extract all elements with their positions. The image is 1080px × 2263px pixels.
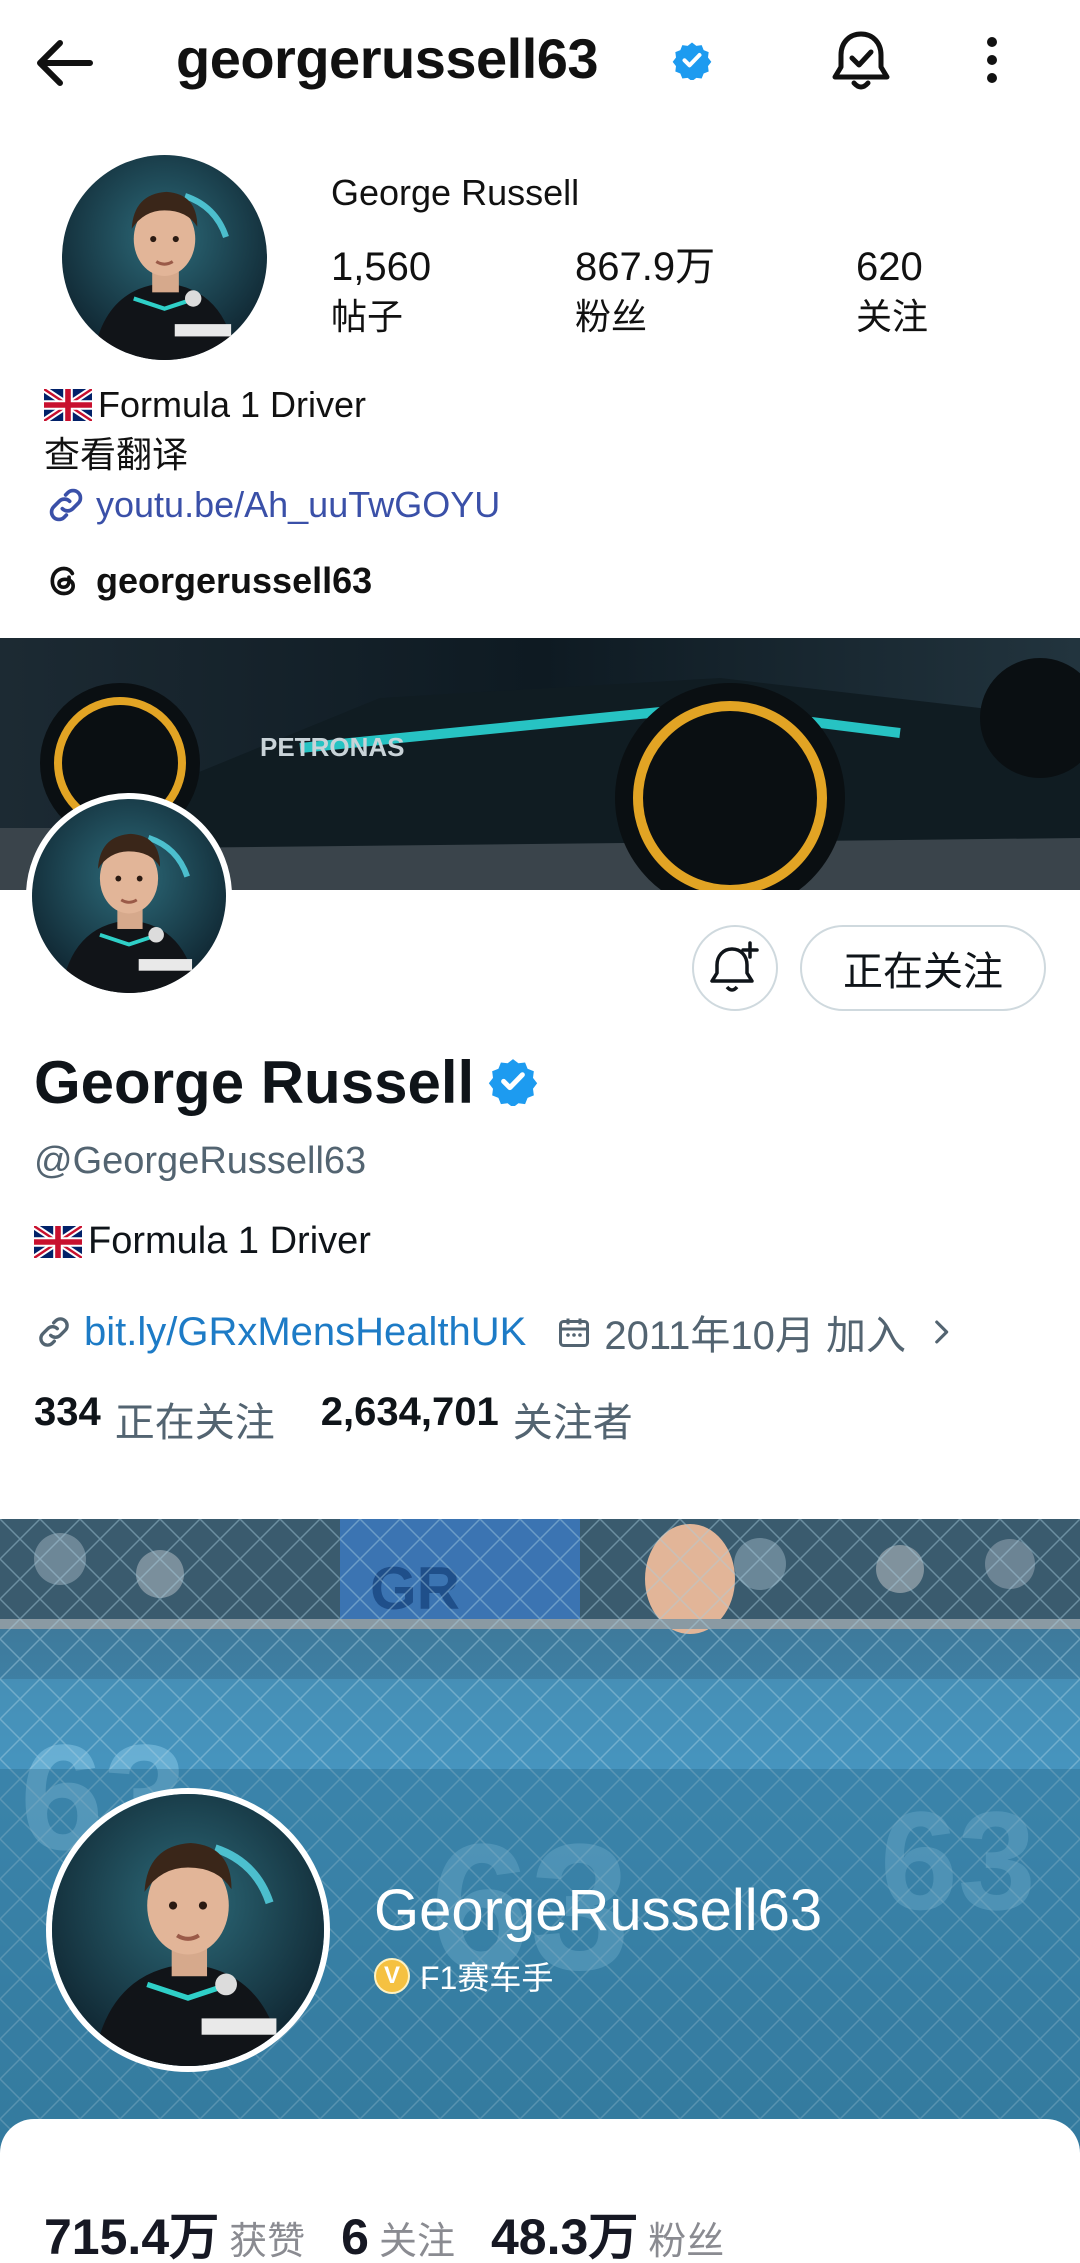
notification-bell-icon[interactable] — [830, 28, 892, 94]
uk-flag-icon — [44, 389, 92, 421]
link-icon — [39, 1317, 69, 1347]
posts-count: 1,560 — [331, 245, 432, 289]
douyin-following-count[interactable]: 6 — [341, 2208, 369, 2263]
douyin-display-name: GeorgeRussell63 — [374, 1878, 823, 1943]
calendar-icon — [559, 1318, 590, 1347]
x-follow-counts: 334 正在关注 2,634,701 关注者 — [34, 1390, 633, 1448]
x-joined-date: 2011年10月 加入 — [604, 1314, 906, 1358]
instagram-bio: Formula 1 Driver 查看翻译 youtu.be/Ah_uuTwGO… — [44, 380, 500, 530]
following-label: 关注 — [856, 296, 929, 337]
bio-text: Formula 1 Driver — [98, 384, 367, 425]
more-options-icon[interactable] — [972, 30, 1012, 90]
x-followers-label: 关注者 — [512, 1401, 633, 1445]
x-profile-meta: bit.ly/GRxMensHealthUK 2011年10月 加入 — [34, 1303, 958, 1361]
instagram-username: georgerussell63 — [176, 27, 599, 90]
douyin-avatar[interactable] — [46, 1788, 330, 2072]
douyin-profile: GR 63 63 63 GeorgeRussell63 V F1赛车手 715.… — [0, 1519, 1080, 2263]
instagram-avatar[interactable] — [62, 155, 267, 360]
x-followers-count: 2,634,701 — [320, 1390, 499, 1434]
followers-stat[interactable]: 867.9万 粉丝 — [575, 242, 715, 342]
x-following-link[interactable]: 334 正在关注 — [34, 1390, 275, 1448]
bio-link-text: youtu.be/Ah_uuTwGOYU — [96, 484, 501, 525]
following-button[interactable]: 正在关注 — [800, 925, 1046, 1011]
x-following-label: 正在关注 — [114, 1401, 275, 1445]
x-website-link[interactable]: bit.ly/GRxMensHealthUK — [84, 1310, 526, 1355]
verified-badge-icon[interactable] — [488, 1056, 538, 1106]
translate-link[interactable]: 查看翻译 — [44, 430, 500, 480]
threads-icon — [50, 566, 76, 596]
douyin-followers-label[interactable]: 粉丝 — [648, 2210, 724, 2263]
douyin-role-text: F1赛车手 — [420, 1960, 554, 1996]
bio-link[interactable]: youtu.be/Ah_uuTwGOYU — [44, 480, 500, 530]
threads-badge[interactable]: georgerussell63 — [44, 560, 372, 602]
x-handle: @GeorgeRussell63 — [34, 1140, 367, 1182]
posts-label: 帖子 — [331, 296, 404, 337]
x-display-name: George Russell — [34, 1049, 475, 1116]
following-count: 620 — [856, 245, 923, 289]
douyin-stats: 715.4万 获赞 6 关注 48.3万 粉丝 — [44, 2197, 760, 2263]
uk-flag-icon — [34, 1226, 82, 1258]
x-avatar[interactable] — [26, 793, 232, 999]
douyin-following-label[interactable]: 关注 — [379, 2210, 455, 2263]
instagram-top-bar: georgerussell63 — [0, 0, 1080, 125]
douyin-verification: V F1赛车手 — [374, 1953, 553, 1999]
threads-handle: georgerussell63 — [96, 560, 373, 601]
x-bio: Formula 1 Driver — [34, 1220, 371, 1263]
instagram-display-name: George Russell — [331, 172, 580, 213]
followers-count: 867.9万 — [575, 245, 716, 289]
x-following-count: 334 — [34, 1390, 101, 1434]
x-notification-button[interactable] — [692, 925, 778, 1011]
posts-stat[interactable]: 1,560 帖子 — [331, 242, 431, 342]
instagram-profile: georgerussell63 George Russell 1,560 帖子 … — [0, 0, 1080, 640]
chevron-right-icon[interactable] — [924, 1315, 958, 1349]
verified-badge-icon — [672, 40, 712, 80]
x-profile: PETRONAS 正在关注 George Russell @GeorgeRuss… — [0, 638, 1080, 1520]
x-bio-text: Formula 1 Driver — [88, 1220, 371, 1262]
douyin-followers-count[interactable]: 48.3万 — [491, 2197, 638, 2263]
followers-label: 粉丝 — [575, 296, 648, 337]
verified-v-icon: V — [374, 1958, 410, 1994]
x-followers-link[interactable]: 2,634,701 关注者 — [321, 1390, 633, 1448]
following-stat[interactable]: 620 关注 — [856, 242, 928, 342]
bell-plus-icon — [710, 941, 759, 992]
bio-line: Formula 1 Driver — [44, 380, 500, 430]
link-icon — [49, 488, 83, 522]
back-arrow-icon[interactable] — [30, 28, 100, 98]
svg-text:PETRONAS: PETRONAS — [260, 732, 404, 762]
likes-label: 获赞 — [229, 2221, 306, 2263]
likes-count: 715.4万 — [44, 2209, 220, 2263]
douyin-stats-panel: 715.4万 获赞 6 关注 48.3万 粉丝 — [0, 2119, 1080, 2263]
